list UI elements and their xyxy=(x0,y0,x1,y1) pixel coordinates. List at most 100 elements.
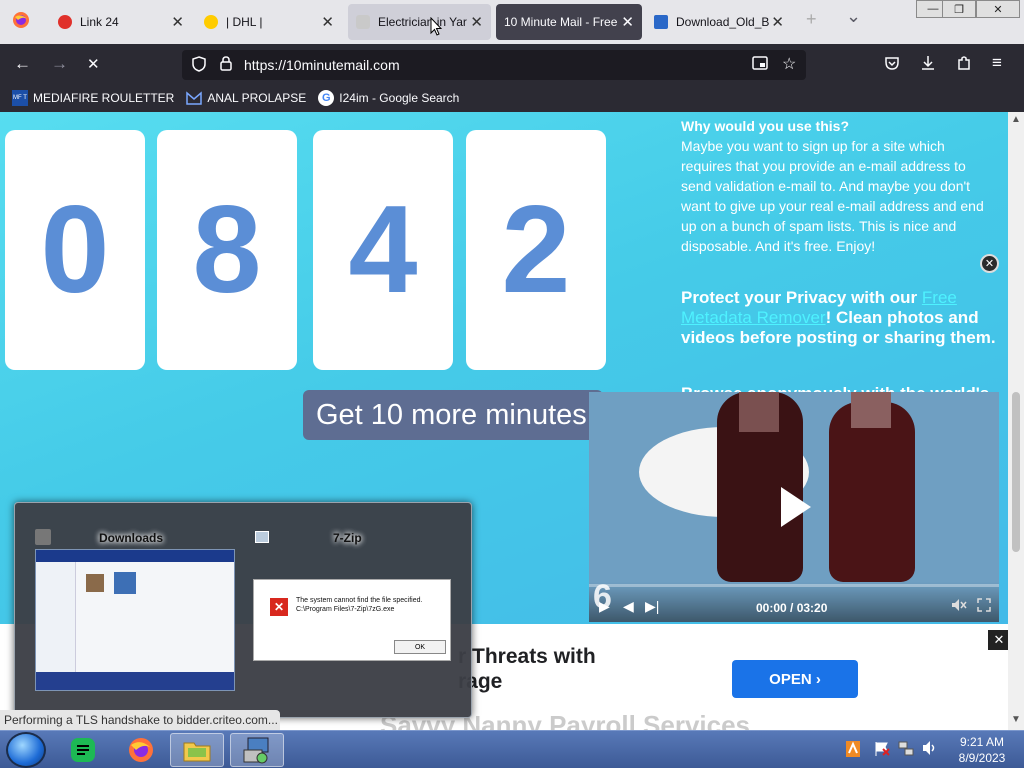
close-video-ad-button[interactable]: ✕ xyxy=(980,254,999,273)
skip-forward-icon[interactable]: ▶| xyxy=(645,598,659,615)
page-scrollbar[interactable]: ▲ ▼ xyxy=(1008,112,1024,732)
timer-digit: 4 xyxy=(313,130,453,370)
forward-button[interactable]: → xyxy=(51,54,68,74)
picture-in-picture-icon[interactable] xyxy=(752,56,768,73)
skip-back-icon[interactable]: ◀ xyxy=(623,598,634,615)
video-progress-bar[interactable] xyxy=(589,584,999,587)
taskbar-firefox[interactable] xyxy=(114,733,168,767)
google-icon: G xyxy=(318,90,335,106)
tab-label: 10 Minute Mail - Free xyxy=(504,15,618,29)
downloads-window-title: Downloads xyxy=(99,531,164,545)
browser-status-text: Performing a TLS handshake to bidder.cri… xyxy=(0,710,280,730)
error-message: The system cannot find the file specifie… xyxy=(296,596,446,614)
7zip-window-icon xyxy=(255,531,269,543)
info-paragraph: Maybe you want to sign up for a site whi… xyxy=(681,138,984,254)
explorer-sidebar xyxy=(36,562,76,672)
play-small-icon[interactable]: ▶ xyxy=(599,598,610,615)
installer-icon xyxy=(243,737,269,764)
restore-button[interactable]: ❐ xyxy=(942,0,976,18)
tab-close-icon[interactable]: ✕ xyxy=(171,13,184,31)
taskbar-thumbnail-preview[interactable]: Downloads 7-Zip ✕ The system cannot find… xyxy=(14,502,472,718)
error-path: C:\Program Files\7-Zip\7zG.exe xyxy=(296,606,395,613)
7zip-window-title: 7-Zip xyxy=(333,531,362,545)
notes-app-icon xyxy=(71,738,95,762)
downloads-icon[interactable] xyxy=(920,55,936,76)
taskbar-notes-app[interactable] xyxy=(56,733,110,767)
link-24-favicon-icon xyxy=(58,15,72,29)
electrician-favicon-icon xyxy=(356,15,370,29)
bookmark-anal-prolapse[interactable]: ANAL PROLAPSE xyxy=(186,90,306,106)
video-frame-bottle-neck xyxy=(739,392,779,432)
downloads-window-thumbnail[interactable] xyxy=(35,549,235,691)
scroll-down-icon[interactable]: ▼ xyxy=(1011,714,1021,725)
address-bar[interactable]: https://10minutemail.com ☆ xyxy=(182,50,806,80)
scroll-thumb[interactable] xyxy=(1012,392,1020,552)
tab-close-icon[interactable]: ✕ xyxy=(771,13,784,31)
file-icon xyxy=(86,574,104,592)
taskbar-file-explorer[interactable] xyxy=(170,733,224,767)
url-text[interactable]: https://10minutemail.com xyxy=(244,57,400,73)
video-ad-player[interactable]: 6 ▶ ◀ ▶| 00:00 / 03:20 xyxy=(589,392,999,622)
firefox-taskbar-icon xyxy=(129,738,153,762)
tab-close-icon[interactable]: ✕ xyxy=(470,13,483,31)
tab-download-old[interactable]: Download_Old_B ✕ xyxy=(646,4,792,40)
7zip-error-thumbnail[interactable]: ✕ The system cannot find the file specif… xyxy=(253,579,451,661)
tab-close-icon[interactable]: ✕ xyxy=(321,13,334,31)
taskbar-7zip[interactable] xyxy=(230,733,284,767)
video-frame-bottle-neck xyxy=(851,392,891,428)
scroll-up-icon[interactable]: ▲ xyxy=(1011,114,1021,125)
get-more-minutes-button[interactable]: Get 10 more minutes xyxy=(303,390,603,440)
tab-strip: Link 24 ✕ | DHL | ✕ Electrician in Yar ✕… xyxy=(0,0,1024,44)
tray-app-icon[interactable] xyxy=(846,741,860,760)
error-ok-button[interactable]: OK xyxy=(394,640,446,654)
bookmark-star-icon[interactable]: ☆ xyxy=(782,54,796,74)
shield-icon[interactable] xyxy=(192,56,206,75)
action-center-flag-icon[interactable] xyxy=(874,741,890,760)
close-banner-button[interactable]: ✕ xyxy=(988,630,1010,650)
close-window-button[interactable]: ✕ xyxy=(976,0,1020,18)
start-button[interactable] xyxy=(6,732,46,768)
bookmarks-toolbar: MF T MEDIAFIRE ROULETTER ANAL PROLAPSE G… xyxy=(0,84,1024,112)
tab-link-24[interactable]: Link 24 ✕ xyxy=(50,4,192,40)
volume-icon[interactable] xyxy=(922,740,938,759)
tab-label: Electrician in Yar xyxy=(378,15,467,29)
privacy-promo: Protect your Privacy with our Free Metad… xyxy=(681,288,1001,348)
lock-icon[interactable] xyxy=(220,56,232,74)
download-favicon-icon xyxy=(654,15,668,29)
extensions-icon[interactable] xyxy=(956,55,972,76)
mute-icon[interactable] xyxy=(951,598,967,615)
clock-time: 9:21 AM xyxy=(959,735,1005,749)
bookmark-label: ANAL PROLAPSE xyxy=(207,91,307,105)
system-clock[interactable]: 9:21 AM 8/9/2023 xyxy=(952,734,1012,766)
back-button[interactable]: ← xyxy=(14,54,31,74)
tab-close-icon[interactable]: ✕ xyxy=(621,13,634,31)
tab-list-button[interactable]: ⌄ xyxy=(846,6,861,27)
stop-loading-button[interactable]: ✕ xyxy=(87,55,100,73)
fullscreen-icon[interactable] xyxy=(977,598,991,615)
navigation-toolbar: ← → ✕ https://10minutemail.com ☆ ≡ xyxy=(0,44,1024,84)
downloads-window-icon xyxy=(35,529,51,545)
dhl-favicon-icon xyxy=(204,15,218,29)
open-ad-button[interactable]: OPEN › xyxy=(732,660,858,698)
tab-label: Download_Old_B xyxy=(676,15,770,29)
privacy-prefix: Protect your Privacy with our xyxy=(681,288,922,307)
windows-taskbar: 9:21 AM 8/9/2023 xyxy=(0,730,1024,768)
firefox-icon[interactable] xyxy=(12,11,30,34)
new-tab-button[interactable]: + xyxy=(806,9,817,30)
tab-label: Link 24 xyxy=(80,15,119,29)
menu-icon[interactable]: ≡ xyxy=(992,53,1002,73)
bookmark-mediafire-rouletter[interactable]: MF T MEDIAFIRE ROULETTER xyxy=(12,90,174,106)
tab-electrician[interactable]: Electrician in Yar ✕ xyxy=(348,4,491,40)
banner-line: r Threats with xyxy=(458,645,596,668)
info-heading: Why would you use this? xyxy=(681,118,849,134)
folder-icon xyxy=(183,742,211,762)
tab-10-minute-mail[interactable]: 10 Minute Mail - Free ✕ xyxy=(496,4,642,40)
bookmark-google-search[interactable]: G I24im - Google Search xyxy=(318,90,459,106)
pocket-icon[interactable] xyxy=(884,55,900,76)
bookmark-label: MEDIAFIRE ROULETTER xyxy=(33,91,175,105)
bookmark-label: I24im - Google Search xyxy=(339,91,460,105)
play-icon[interactable] xyxy=(781,487,811,527)
tab-dhl[interactable]: | DHL | ✕ xyxy=(196,4,342,40)
network-icon[interactable] xyxy=(898,741,914,760)
error-icon: ✕ xyxy=(270,598,288,616)
